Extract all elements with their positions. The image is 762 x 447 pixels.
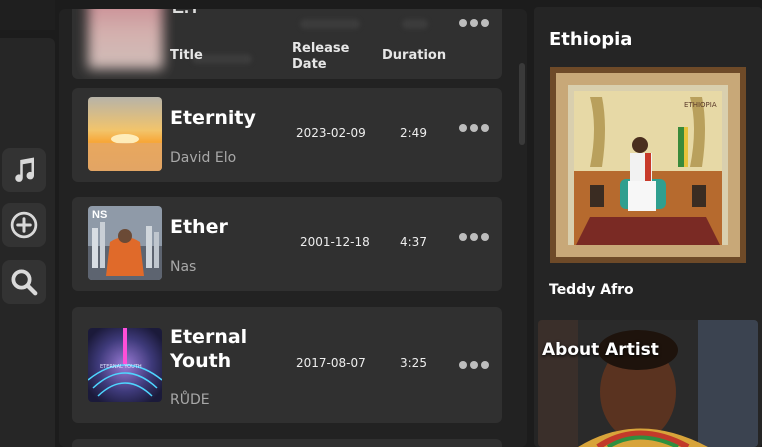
- song-artist[interactable]: David Elo: [170, 150, 236, 166]
- dot-icon: [481, 19, 489, 27]
- album-thumb: NS: [88, 206, 162, 280]
- more-options-button[interactable]: [459, 361, 489, 369]
- album-thumb: [88, 97, 162, 171]
- svg-text:ETHIOPIA: ETHIOPIA: [684, 101, 717, 109]
- search-nav-button[interactable]: [2, 260, 46, 304]
- dot-icon: [470, 361, 478, 369]
- song-row-partial[interactable]: [72, 439, 502, 447]
- song-duration: 3:25: [400, 356, 427, 370]
- dot-icon: [481, 233, 489, 241]
- song-release-date: 2001-12-18: [300, 235, 370, 249]
- dot-icon: [481, 124, 489, 132]
- blurred-text: [402, 19, 428, 29]
- search-icon: [11, 269, 38, 296]
- dot-icon: [481, 361, 489, 369]
- music-note-icon: [15, 157, 35, 182]
- more-options-button[interactable]: [459, 19, 489, 27]
- left-sidebar: [0, 38, 55, 447]
- song-artist[interactable]: Nas: [170, 259, 196, 275]
- song-row[interactable]: ETERNAL YOUTH Eternal Youth RŮDE 2017-08…: [72, 307, 502, 423]
- dot-icon: [459, 124, 467, 132]
- svg-text:ETERNAL YOUTH: ETERNAL YOUTH: [100, 364, 142, 370]
- dot-icon: [459, 361, 467, 369]
- dot-icon: [470, 233, 478, 241]
- column-header-title[interactable]: Title: [170, 48, 203, 64]
- song-list-panel: E.T Title Release Date Duration: [59, 9, 527, 447]
- svg-text:NS: NS: [92, 209, 107, 221]
- column-header-duration[interactable]: Duration: [382, 48, 446, 64]
- song-release-date: 2023-02-09: [296, 126, 366, 140]
- add-button[interactable]: [2, 203, 46, 247]
- about-artist-heading: About Artist: [542, 340, 659, 360]
- add-circle-icon: [10, 211, 38, 239]
- song-title: Eternity: [170, 107, 256, 129]
- list-scrollbar[interactable]: [519, 63, 525, 145]
- album-cover: ETHIOPIA: [550, 67, 746, 263]
- song-duration: 4:37: [400, 235, 427, 249]
- more-options-button[interactable]: [459, 124, 489, 132]
- dot-icon: [459, 233, 467, 241]
- song-release-date: 2017-08-07: [296, 356, 366, 370]
- song-duration: 2:49: [400, 126, 427, 140]
- more-options-button[interactable]: [459, 233, 489, 241]
- song-artist[interactable]: RŮDE: [170, 392, 210, 408]
- song-row[interactable]: NS Ether Nas 2001-12-18 4:37: [72, 197, 502, 291]
- partial-song-title: E.T: [172, 9, 200, 18]
- album-thumb: ETERNAL YOUTH: [88, 328, 162, 402]
- about-artist-card[interactable]: About Artist: [538, 320, 758, 447]
- album-title: Ethiopia: [549, 29, 633, 50]
- album-thumb-partial: [88, 9, 163, 69]
- song-title: Eternal Youth: [170, 326, 248, 372]
- dot-icon: [470, 124, 478, 132]
- dot-icon: [459, 19, 467, 27]
- music-nav-button[interactable]: [2, 148, 46, 192]
- song-row[interactable]: Eternity David Elo 2023-02-09 2:49: [72, 88, 502, 182]
- blurred-text: [300, 19, 360, 29]
- column-header-release-date[interactable]: Release Date: [292, 41, 362, 73]
- album-artist-name[interactable]: Teddy Afro: [549, 282, 634, 298]
- dot-icon: [470, 19, 478, 27]
- song-card-partial[interactable]: E.T Title Release Date Duration: [72, 9, 502, 79]
- album-detail-panel: Ethiopia ETHIOPIA Teddy Afro About Artis…: [534, 7, 762, 447]
- left-top-strip: [0, 0, 55, 30]
- song-title: Ether: [170, 216, 228, 238]
